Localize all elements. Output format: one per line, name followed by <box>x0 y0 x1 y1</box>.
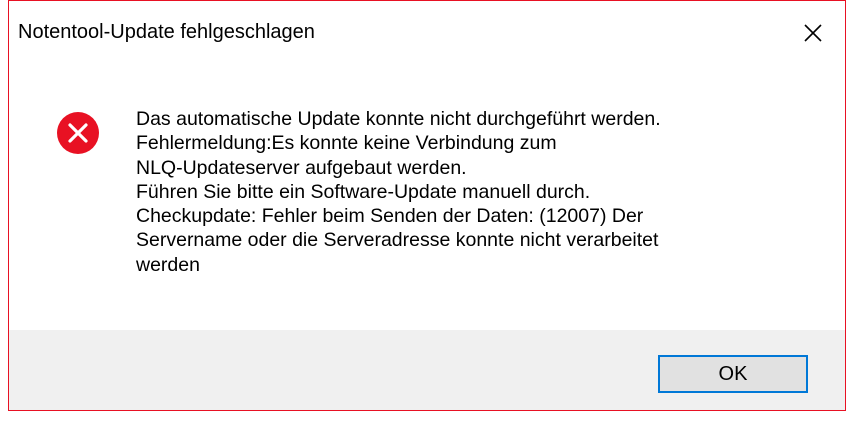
dialog-title: Notentool-Update fehlgeschlagen <box>18 21 315 43</box>
close-icon <box>804 24 822 42</box>
title-bar: Notentool-Update fehlgeschlagen <box>9 1 845 65</box>
dialog-content: Das automatische Update konnte nicht dur… <box>9 65 845 331</box>
error-message: Das automatische Update konnte nicht dur… <box>136 108 661 276</box>
error-icon <box>57 112 99 154</box>
button-bar: OK <box>9 330 845 410</box>
error-dialog: Notentool-Update fehlgeschlagen Das auto… <box>8 0 846 411</box>
close-button[interactable] <box>781 1 845 65</box>
ok-button[interactable]: OK <box>658 355 808 393</box>
